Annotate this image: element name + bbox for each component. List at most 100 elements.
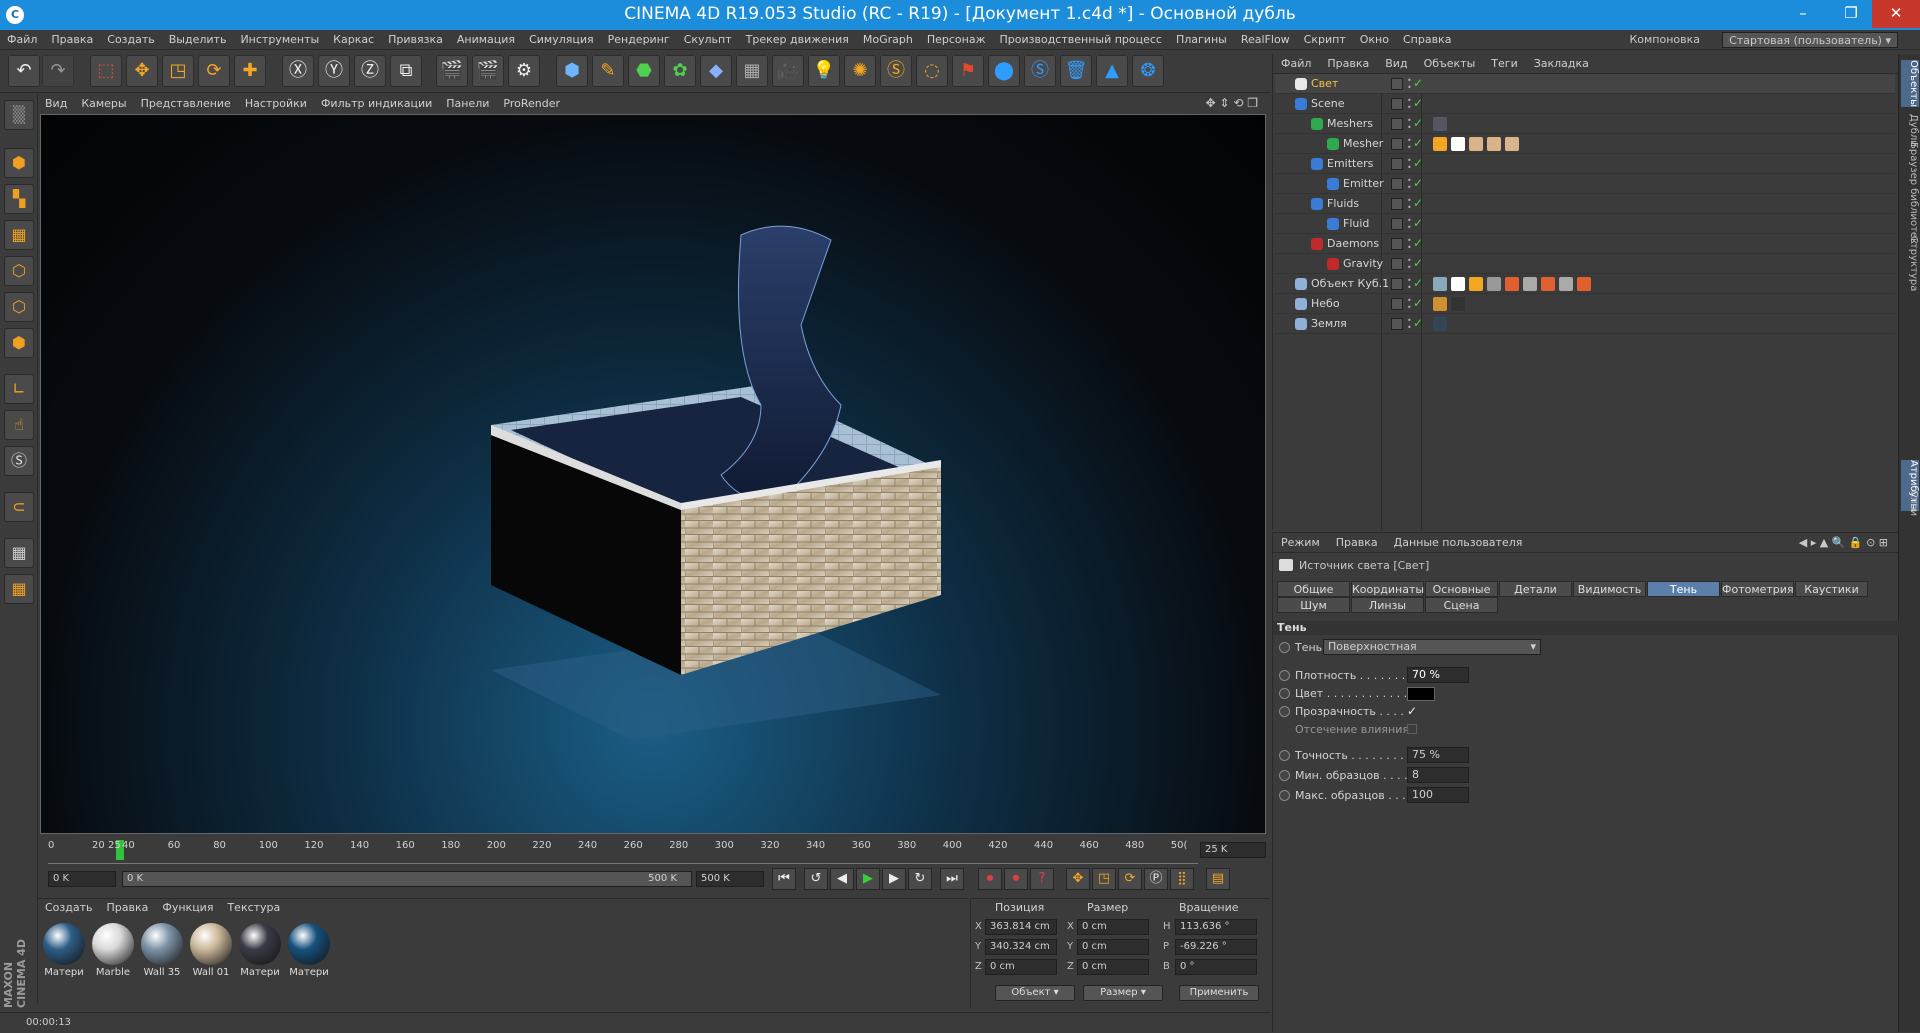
locked-workplane-icon[interactable]: ▦ (4, 574, 34, 604)
size-field[interactable]: 0 cm (1077, 959, 1149, 975)
object-tag[interactable] (1505, 277, 1519, 291)
realflow-domain-icon[interactable]: ◌ (916, 55, 948, 87)
object-tag[interactable] (1541, 277, 1555, 291)
side-tab[interactable]: Слои (1901, 490, 1919, 516)
menu-item[interactable]: Трекер движения (739, 30, 856, 50)
material-swatch[interactable]: Матери (42, 923, 86, 979)
points-mode-icon[interactable]: ⬡ (4, 256, 34, 286)
object-row[interactable]: Объект Куб.1 • • ✓ (1275, 274, 1895, 294)
layout-select[interactable]: Стартовая (пользователь) ▾ (1722, 32, 1898, 48)
render-view-icon[interactable]: 🎬 (436, 55, 468, 87)
menu-item[interactable]: Рендеринг (601, 30, 677, 50)
object-menu-item[interactable]: Теги (1483, 54, 1525, 74)
realflow-daemon-icon[interactable]: ⚑ (952, 55, 984, 87)
axis-mode-icon[interactable]: ∟ (4, 374, 34, 404)
density-radio[interactable] (1279, 670, 1290, 681)
attribute-menu-item[interactable]: Правка (1328, 533, 1386, 553)
object-tag[interactable] (1433, 297, 1447, 311)
attribute-menu-item[interactable]: Данные пользователя (1386, 533, 1531, 553)
object-row[interactable]: Fluids • • ✓ (1275, 194, 1895, 214)
minimize-button[interactable]: – (1782, 0, 1824, 28)
attribute-tab[interactable]: Фотометрия (1721, 581, 1794, 597)
transparency-checkbox[interactable]: ✓ (1407, 704, 1417, 718)
attribute-tab[interactable]: Сцена (1425, 597, 1498, 613)
object-row[interactable]: Небо • • ✓ (1275, 294, 1895, 314)
rotation-field[interactable]: 113.636 ° (1175, 919, 1257, 935)
range-slider[interactable]: 0 K 500 K (122, 871, 692, 887)
coord-mode-select[interactable]: Объект ▾ (995, 985, 1075, 1001)
object-tag[interactable] (1451, 277, 1465, 291)
side-tab[interactable]: Объекты (1901, 60, 1919, 108)
recent-tool-icon[interactable]: ✚ (234, 55, 266, 87)
realflow-cache-icon[interactable]: 🗑 (1060, 55, 1092, 87)
tweak-mode-icon[interactable]: ☝ (4, 410, 34, 440)
object-enable-toggle[interactable] (1391, 278, 1403, 290)
object-row[interactable]: Fluid • • ✓ (1275, 214, 1895, 234)
material-swatch[interactable]: Wall 01 (189, 923, 233, 979)
texture-mode-icon[interactable]: ▚ (4, 184, 34, 214)
timeline-ruler[interactable]: 0 20 25 40 60 80 100 120 140 160 180 200 220 240 260 28… (48, 838, 1198, 864)
object-tag[interactable] (1523, 277, 1537, 291)
go-to-end-icon[interactable]: ⏭ (940, 868, 964, 890)
object-enable-toggle[interactable] (1391, 238, 1403, 250)
menu-item[interactable]: Выделить (162, 30, 234, 50)
menu-item[interactable]: Каркас (326, 30, 381, 50)
workplane-icon[interactable]: ▦ (4, 538, 34, 568)
keyframe-selection-icon[interactable]: ? (1030, 868, 1054, 890)
menu-item[interactable]: Окно (1353, 30, 1396, 50)
object-enable-toggle[interactable] (1391, 298, 1403, 310)
size-field[interactable]: 0 cm (1077, 939, 1149, 955)
material-menu-item[interactable]: Создать (38, 899, 100, 917)
object-tag[interactable] (1559, 277, 1573, 291)
viewport-menu-item[interactable]: Панели (439, 94, 496, 114)
solo-mode-icon[interactable]: Ⓢ (4, 446, 34, 476)
menu-item[interactable]: Правка (44, 30, 100, 50)
object-row[interactable]: Земля • • ✓ (1275, 314, 1895, 334)
key-position-icon[interactable]: ✥ (1066, 868, 1090, 890)
menu-item[interactable]: RealFlow (1234, 30, 1297, 50)
material-menu-item[interactable]: Функция (155, 899, 220, 917)
enabled-check[interactable]: ✓ (1413, 176, 1423, 190)
object-tag[interactable] (1433, 117, 1447, 131)
max-samples-field[interactable]: 100 (1407, 787, 1469, 803)
menu-item[interactable]: Скрипт (1297, 30, 1353, 50)
attribute-menu-item[interactable]: Режим (1273, 533, 1328, 553)
attribute-tab[interactable]: Каустики (1795, 581, 1868, 597)
enabled-check[interactable]: ✓ (1413, 76, 1423, 90)
attribute-tab[interactable]: Общие (1277, 581, 1350, 597)
object-enable-toggle[interactable] (1391, 98, 1403, 110)
timeline[interactable]: 0 20 25 40 60 80 100 120 140 160 180 200 220 240 260 28… (40, 836, 1266, 866)
object-tag[interactable] (1433, 137, 1447, 151)
render-settings-icon[interactable]: ⚙ (508, 55, 540, 87)
go-to-start-icon[interactable]: ⏮ (772, 868, 796, 890)
z-axis-lock-icon[interactable]: Ⓩ (354, 55, 386, 87)
color-radio[interactable] (1279, 688, 1290, 699)
realflow-scene-icon[interactable]: Ⓢ (880, 55, 912, 87)
polygons-mode-icon[interactable]: ⬢ (4, 328, 34, 358)
enabled-check[interactable]: ✓ (1413, 216, 1423, 230)
snap-icon[interactable]: ⊂ (4, 492, 34, 522)
realflow-fluid-icon[interactable]: ⬤ (988, 55, 1020, 87)
object-tag[interactable] (1469, 277, 1483, 291)
min-samples-field[interactable]: 8 (1407, 767, 1469, 783)
object-menu-item[interactable]: Объекты (1416, 54, 1484, 74)
attribute-tab[interactable]: Шум (1277, 597, 1350, 613)
viewport-menu-item[interactable]: Представление (134, 94, 238, 114)
object-enable-toggle[interactable] (1391, 78, 1403, 90)
object-row[interactable]: Gravity • • ✓ (1275, 254, 1895, 274)
object-tag[interactable] (1487, 137, 1501, 151)
render-picture-viewer-icon[interactable]: 🎬 (472, 55, 504, 87)
camera-icon[interactable]: 🎥 (772, 55, 804, 87)
cloner-icon[interactable]: ✿ (664, 55, 696, 87)
size-mode-select[interactable]: Размер ▾ (1083, 985, 1163, 1001)
object-enable-toggle[interactable] (1391, 138, 1403, 150)
play-icon[interactable]: ▶ (856, 868, 880, 890)
clip-influence-checkbox[interactable] (1407, 724, 1417, 734)
next-frame-icon[interactable]: ▶ (882, 868, 906, 890)
material-menu-item[interactable]: Текстура (220, 899, 287, 917)
material-menu-item[interactable]: Правка (100, 899, 156, 917)
accuracy-field[interactable]: 75 % (1407, 747, 1469, 763)
viewport-menu-item[interactable]: Камеры (74, 94, 133, 114)
enabled-check[interactable]: ✓ (1413, 136, 1423, 150)
world-coordinates-icon[interactable]: ⧉ (390, 55, 422, 87)
